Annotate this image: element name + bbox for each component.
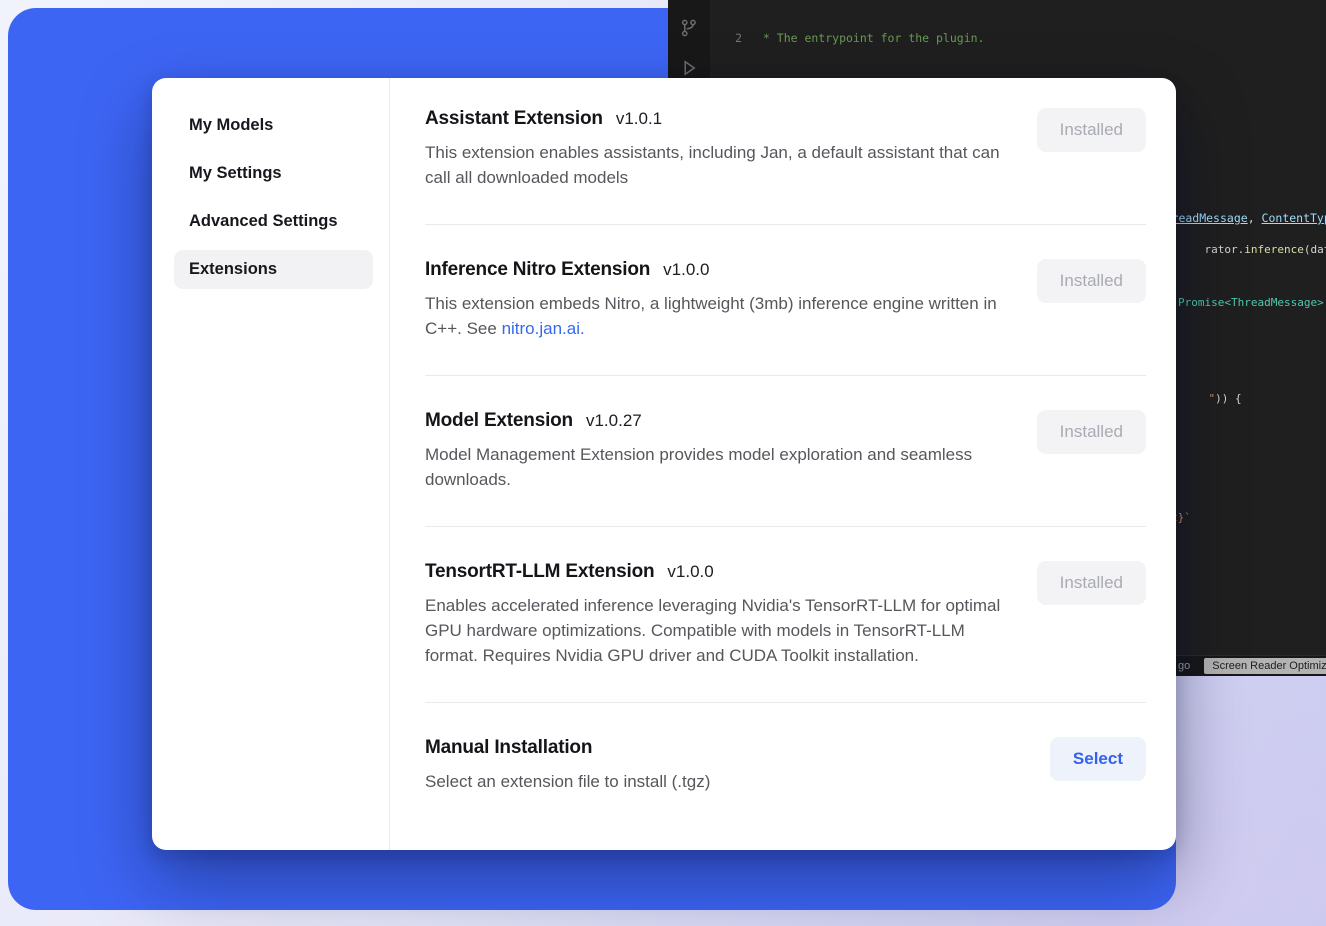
installed-button[interactable]: Installed <box>1037 410 1146 454</box>
sidebar-item-my-settings[interactable]: My Settings <box>174 154 373 193</box>
sidebar-item-my-models[interactable]: My Models <box>174 106 373 145</box>
settings-modal: My Models My Settings Advanced Settings … <box>152 78 1176 850</box>
extension-description: This extension embeds Nitro, a lightweig… <box>425 291 1010 341</box>
code-fragment: Promise<ThreadMessage> <box>1178 296 1324 310</box>
source-control-icon[interactable] <box>679 18 699 38</box>
extension-name: Assistant Extension <box>425 108 603 130</box>
code-punct: , <box>1248 210 1262 227</box>
code-text: )) { <box>1215 392 1242 405</box>
row-divider <box>425 526 1146 527</box>
extension-version: v1.0.0 <box>663 260 709 280</box>
settings-sidebar: My Models My Settings Advanced Settings … <box>152 78 390 850</box>
extensions-panel: Assistant Extension v1.0.1 This extensio… <box>390 78 1176 850</box>
extension-title-line: Inference Nitro Extension v1.0.0 <box>425 259 1010 281</box>
extension-info: Model Extension v1.0.27 Model Management… <box>425 410 1010 492</box>
extension-description: This extension enables assistants, inclu… <box>425 140 1010 190</box>
status-bar-text: go <box>1178 660 1190 672</box>
row-divider <box>425 375 1146 376</box>
code-text: rator. <box>1205 243 1245 256</box>
extension-info: TensortRT-LLM Extension v1.0.0 Enables a… <box>425 561 1010 668</box>
extension-description: Select an extension file to install (.tg… <box>425 769 710 794</box>
extension-name: Model Extension <box>425 410 573 432</box>
line-number: 2 <box>710 30 742 47</box>
extension-row-model: Model Extension v1.0.27 Model Management… <box>425 410 1146 492</box>
sidebar-item-extensions[interactable]: Extensions <box>174 250 373 289</box>
run-debug-icon[interactable] <box>679 58 699 78</box>
extension-version: v1.0.1 <box>616 109 662 129</box>
screen-reader-badge[interactable]: Screen Reader Optimized <box>1204 658 1326 674</box>
extension-title-line: Assistant Extension v1.0.1 <box>425 108 1010 130</box>
code-method: inference <box>1244 243 1304 256</box>
select-file-button[interactable]: Select <box>1050 737 1146 781</box>
installed-button[interactable]: Installed <box>1037 259 1146 303</box>
extension-version: v1.0.27 <box>586 411 642 431</box>
code-fragment: rator.inference(data)); <box>1178 229 1326 271</box>
row-divider <box>425 702 1146 703</box>
extension-description: Enables accelerated inference leveraging… <box>425 593 1010 668</box>
installed-button[interactable]: Installed <box>1037 561 1146 605</box>
nitro-jan-ai-link[interactable]: nitro.jan.ai. <box>502 319 585 338</box>
description-text: Model Management Extension provides mode… <box>425 445 972 489</box>
extension-title-line: Model Extension v1.0.27 <box>425 410 1010 432</box>
extension-info: Inference Nitro Extension v1.0.0 This ex… <box>425 259 1010 341</box>
description-text: This extension enables assistants, inclu… <box>425 143 1000 187</box>
extension-row-tensorrt: TensortRT-LLM Extension v1.0.0 Enables a… <box>425 561 1146 668</box>
code-line: 2 * The entrypoint for the plugin. <box>710 30 1326 47</box>
extension-title-line: TensortRT-LLM Extension v1.0.0 <box>425 561 1010 583</box>
code-text: (data)); <box>1304 243 1326 256</box>
installed-button[interactable]: Installed <box>1037 108 1146 152</box>
description-text: Enables accelerated inference leveraging… <box>425 596 1000 665</box>
row-divider <box>425 224 1146 225</box>
extension-name: Inference Nitro Extension <box>425 259 650 281</box>
extension-row-assistant: Assistant Extension v1.0.1 This extensio… <box>425 108 1146 190</box>
code-comment: * The entrypoint for the plugin. <box>756 30 984 47</box>
extension-info: Assistant Extension v1.0.1 This extensio… <box>425 108 1010 190</box>
extension-title-line: Manual Installation <box>425 737 710 759</box>
description-text: Select an extension file to install (.tg… <box>425 772 710 791</box>
code-import: ContentType <box>1262 210 1326 227</box>
code-fragment: ")) { <box>1182 378 1242 420</box>
extension-info: Manual Installation Select an extension … <box>425 737 710 794</box>
extension-row-manual-installation: Manual Installation Select an extension … <box>425 737 1146 794</box>
extension-description: Model Management Extension provides mode… <box>425 442 1010 492</box>
extension-row-nitro: Inference Nitro Extension v1.0.0 This ex… <box>425 259 1146 341</box>
extension-name: Manual Installation <box>425 737 592 759</box>
extension-version: v1.0.0 <box>667 562 713 582</box>
extension-name: TensortRT-LLM Extension <box>425 561 654 583</box>
sidebar-item-advanced-settings[interactable]: Advanced Settings <box>174 202 373 241</box>
